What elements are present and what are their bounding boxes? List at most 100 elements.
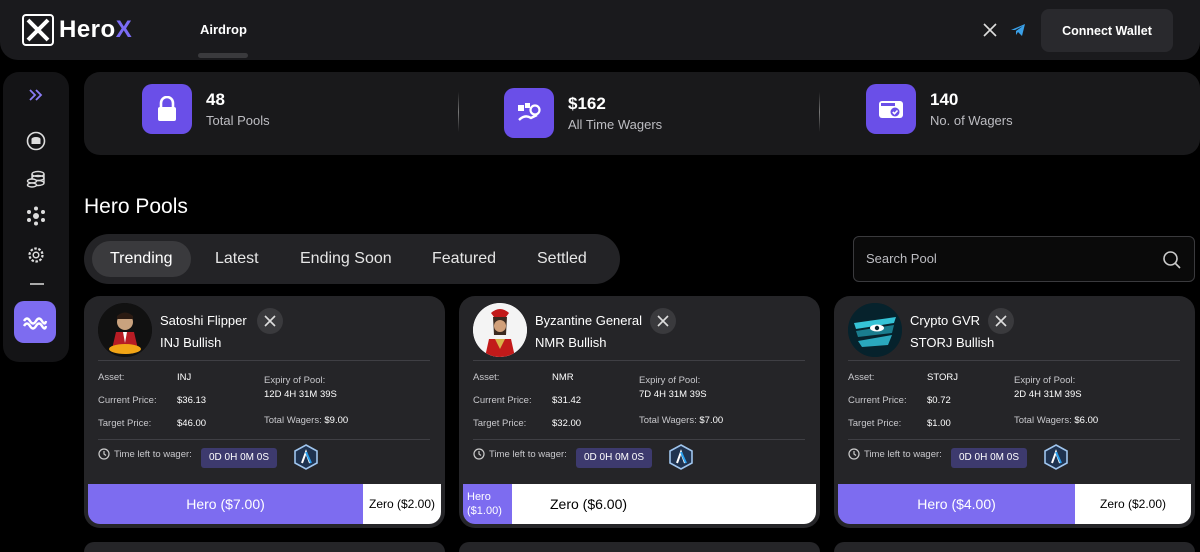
current-price-label: Current Price: [98,395,157,406]
asset-value: NMR [552,372,574,383]
target-price-value: $32.00 [552,418,582,429]
current-price-label: Current Price: [848,395,907,406]
target-price-value: $1.00 [927,418,951,429]
divider [98,360,430,361]
zero-bet-button[interactable]: Zero ($2.00) [1075,484,1191,524]
pool-tabs: Trending Latest Ending Soon Featured Set… [84,234,620,284]
time-left-row: Time left to wager: [473,448,567,460]
stat-label: Total Pools [206,113,270,128]
pool-prediction: STORJ Bullish [910,335,995,350]
waves-icon[interactable] [14,301,56,343]
tab-trending[interactable]: Trending [92,241,191,277]
stat-label: All Time Wagers [568,117,663,132]
section-title: Hero Pools [84,195,188,218]
nav-active-indicator [198,53,248,58]
pool-prediction: INJ Bullish [160,335,222,350]
asset-label: Asset: [848,372,875,383]
coin-icon[interactable] [25,130,47,152]
nav-airdrop[interactable]: Airdrop [200,22,247,37]
expiry-label: Expiry of Pool: [639,375,701,386]
stat-total-pools: 48 Total Pools [142,84,270,134]
chevrons-right-icon[interactable] [25,84,47,106]
creator-avatar [848,303,902,357]
network-icon[interactable] [25,205,47,227]
pool-card[interactable] [834,542,1195,552]
pool-card[interactable]: Crypto GVR STORJ Bullish Asset: STORJ Cu… [834,296,1195,528]
target-price-label: Target Price: [98,418,152,429]
pool-card[interactable]: Byzantine General NMR Bullish Asset: NMR… [459,296,820,528]
stats-panel: 48 Total Pools $162 All Time Wagers 140 … [84,72,1200,155]
arbitrum-icon [1044,444,1068,470]
countdown-timer: 0D 0H 0M 0S [201,448,278,468]
sidebar-divider [30,283,44,285]
asset-label: Asset: [473,372,500,383]
creator-name[interactable]: Byzantine General [535,313,642,328]
search-placeholder: Search Pool [866,251,937,266]
clock-icon [98,448,110,460]
logo-mark-icon [22,14,54,46]
tab-settled[interactable]: Settled [519,241,605,277]
current-price-value: $31.42 [552,395,582,406]
bet-split-bar: Hero ($7.00) Zero ($2.00) [88,484,441,524]
x-icon[interactable] [650,308,676,334]
coins-stack-icon[interactable] [25,168,47,190]
total-wagers-label: Total Wagers: $9.00 [264,415,349,426]
creator-name[interactable]: Crypto GVR [910,313,980,328]
stat-value: 48 [206,90,225,109]
tab-featured[interactable]: Featured [414,241,514,277]
search-input[interactable]: Search Pool [853,236,1195,282]
divider [848,360,1180,361]
logo[interactable]: HeroX [22,14,132,46]
divider [848,439,1180,440]
countdown-timer: 0D 0H 0M 0S [576,448,653,468]
asset-value: INJ [177,372,192,383]
pool-card[interactable] [84,542,445,552]
x-icon[interactable] [982,22,998,38]
tab-latest[interactable]: Latest [197,241,277,277]
telegram-icon[interactable] [1010,22,1026,38]
expiry-value: 12D 4H 31M 39S [264,389,337,400]
current-price-value: $0.72 [927,395,951,406]
time-left-label: Time left to wager: [489,448,567,460]
stat-no-of-wagers: 140 No. of Wagers [866,84,1013,134]
time-left-label: Time left to wager: [864,448,942,460]
top-bar: HeroX Airdrop Connect Wallet [0,0,1200,60]
asset-value: STORJ [927,372,958,383]
search-icon[interactable] [1162,250,1182,270]
target-price-label: Target Price: [848,418,902,429]
creator-name[interactable]: Satoshi Flipper [160,313,247,328]
x-icon[interactable] [257,308,283,334]
zero-bet-button[interactable]: Zero ($2.00) [363,484,441,524]
hero-bet-button[interactable]: Hero ($7.00) [88,484,363,524]
clock-icon [848,448,860,460]
lock-icon [142,84,192,134]
stat-divider [458,92,459,132]
x-icon[interactable] [988,308,1014,334]
time-left-row: Time left to wager: [98,448,192,460]
wallet-check-icon [866,84,916,134]
wager-icon [504,88,554,138]
stat-value: 140 [930,90,959,109]
arbitrum-icon [669,444,693,470]
connect-wallet-button[interactable]: Connect Wallet [1041,9,1173,52]
countdown-timer: 0D 0H 0M 0S [951,448,1028,468]
zero-bet-button[interactable]: Zero ($6.00) [512,484,816,524]
creator-avatar [473,303,527,357]
hero-bet-button[interactable]: Hero ($4.00) [838,484,1075,524]
target-price-label: Target Price: [473,418,527,429]
settings-icon[interactable] [25,244,47,266]
stat-value: $162 [568,94,606,113]
time-left-row: Time left to wager: [848,448,942,460]
stat-divider [819,92,820,132]
arbitrum-icon [294,444,318,470]
asset-label: Asset: [98,372,125,383]
pool-card[interactable]: Satoshi Flipper INJ Bullish Asset: INJ C… [84,296,445,528]
logo-text: HeroX [59,16,133,43]
time-left-label: Time left to wager: [114,448,192,460]
tab-ending-soon[interactable]: Ending Soon [282,241,410,277]
pool-card[interactable] [459,542,820,552]
hero-bet-button[interactable]: Hero ($1.00) [463,484,512,524]
divider [98,439,430,440]
pool-prediction: NMR Bullish [535,335,607,350]
total-wagers-label: Total Wagers: $7.00 [639,415,724,426]
